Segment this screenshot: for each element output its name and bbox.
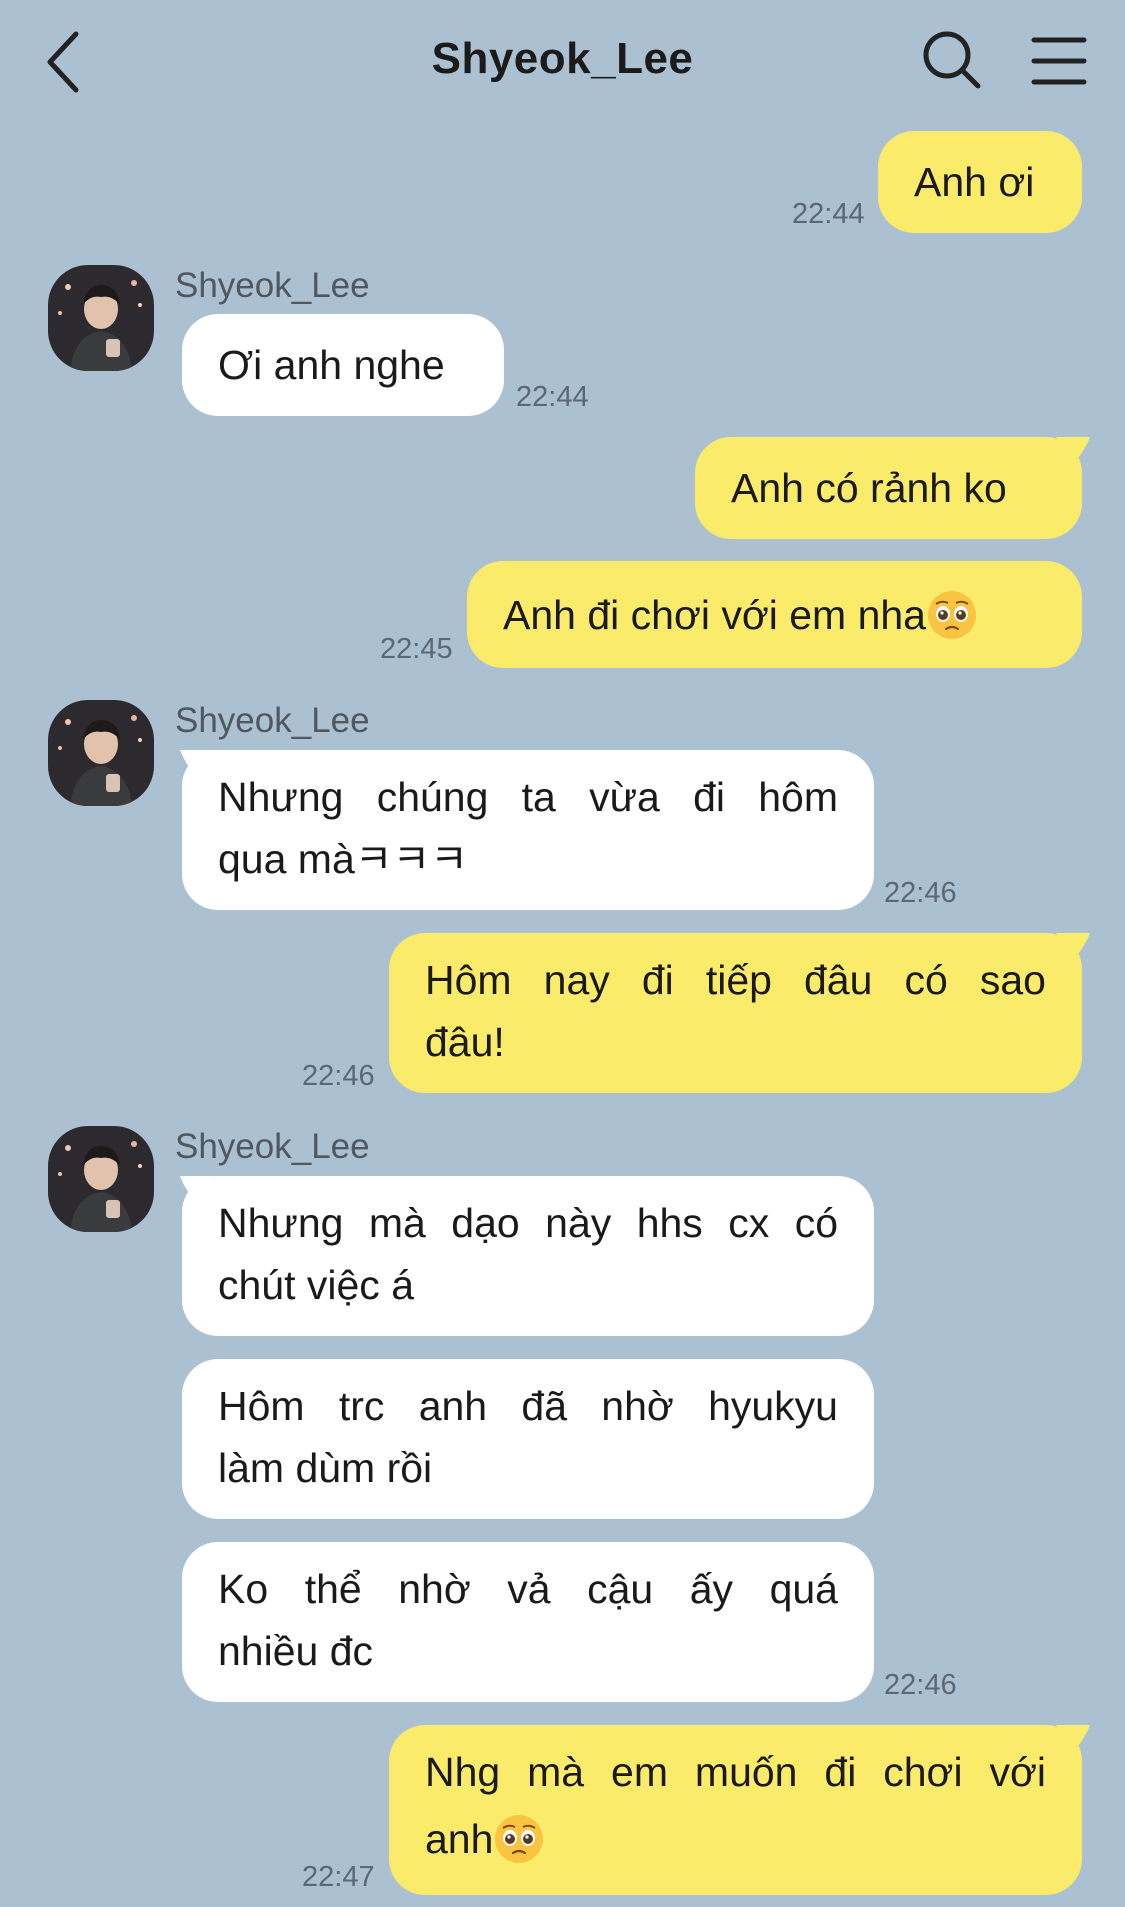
their-message-bubble[interactable]: Nhưng chúng ta vừa đi hôm qua màㅋㅋㅋ [182, 750, 874, 910]
message-line: Hôm trc anh đã nhờ hyukyu [218, 1383, 838, 1429]
search-button[interactable] [918, 26, 988, 96]
pleading-face-emoji [927, 590, 976, 639]
message-time: 22:46 [302, 1060, 375, 1092]
message-line: qua màㅋㅋㅋ [218, 836, 468, 882]
my-message-bubble[interactable]: Anh có rảnh ko [695, 437, 1082, 539]
message-time: 22:46 [884, 877, 957, 909]
their-message-bubble[interactable]: Ko thể nhờ vả cậu ấy quá nhiều đc [182, 1542, 874, 1702]
message-time: 22:45 [380, 633, 453, 665]
message-line-with-emoji: anh [425, 1803, 1046, 1875]
bubble-tail [180, 750, 214, 780]
message-line: làm dùm rồi [218, 1445, 433, 1491]
my-message-bubble[interactable]: Anh đi chơi với em nha [467, 561, 1082, 668]
bubble-tail [180, 1176, 214, 1206]
message-line: anh [425, 1816, 494, 1862]
message-line: đâu! [425, 1019, 505, 1065]
contact-avatar[interactable] [48, 1126, 154, 1232]
message-text: Anh ơi [914, 159, 1035, 205]
message-line: Nhưng mà dạo này hhs cx có [218, 1200, 838, 1246]
their-message-bubble[interactable]: Hôm trc anh đã nhờ hyukyu làm dùm rồi [182, 1359, 874, 1519]
message-line: Hôm nay đi tiếp đâu có sao [425, 957, 1046, 1003]
my-message-bubble[interactable]: Anh ơi [878, 131, 1082, 233]
pleading-face-emoji [495, 1815, 544, 1863]
message-text: Ơi anh nghe [218, 342, 445, 388]
contact-avatar[interactable] [48, 700, 154, 806]
message-line: Nhg mà em muốn đi chơi với [425, 1749, 1046, 1795]
contact-avatar[interactable] [48, 265, 154, 371]
their-message-bubble[interactable]: Nhưng mà dạo này hhs cx có chút việc á [182, 1176, 874, 1336]
menu-button[interactable] [1030, 32, 1088, 90]
my-message-bubble[interactable]: Hôm nay đi tiếp đâu có sao đâu! [389, 933, 1082, 1093]
message-line: Ko thể nhờ vả cậu ấy quá [218, 1566, 838, 1612]
bubble-tail [1056, 437, 1090, 467]
chat-header: Shyeok_Lee [0, 0, 1125, 120]
message-text: Anh đi chơi với em nha [503, 591, 926, 638]
bubble-tail [1056, 1725, 1090, 1755]
sender-name: Shyeok_Lee [175, 266, 370, 305]
bubble-tail [1056, 933, 1090, 963]
their-message-bubble[interactable]: Ơi anh nghe [182, 314, 504, 416]
message-time: 22:46 [884, 1669, 957, 1701]
my-message-bubble[interactable]: Nhg mà em muốn đi chơi với anh [389, 1725, 1082, 1895]
message-time: 22:44 [516, 381, 589, 413]
message-line: nhiều đc [218, 1628, 374, 1674]
message-time: 22:47 [302, 1861, 375, 1893]
message-text: Anh có rảnh ko [731, 465, 1007, 511]
sender-name: Shyeok_Lee [175, 701, 370, 740]
message-line: chút việc á [218, 1262, 414, 1308]
search-icon [923, 31, 981, 89]
hamburger-menu-icon [1031, 37, 1087, 85]
message-line: Nhưng chúng ta vừa đi hôm [218, 774, 838, 820]
sender-name: Shyeok_Lee [175, 1127, 370, 1166]
message-time: 22:44 [792, 198, 865, 230]
